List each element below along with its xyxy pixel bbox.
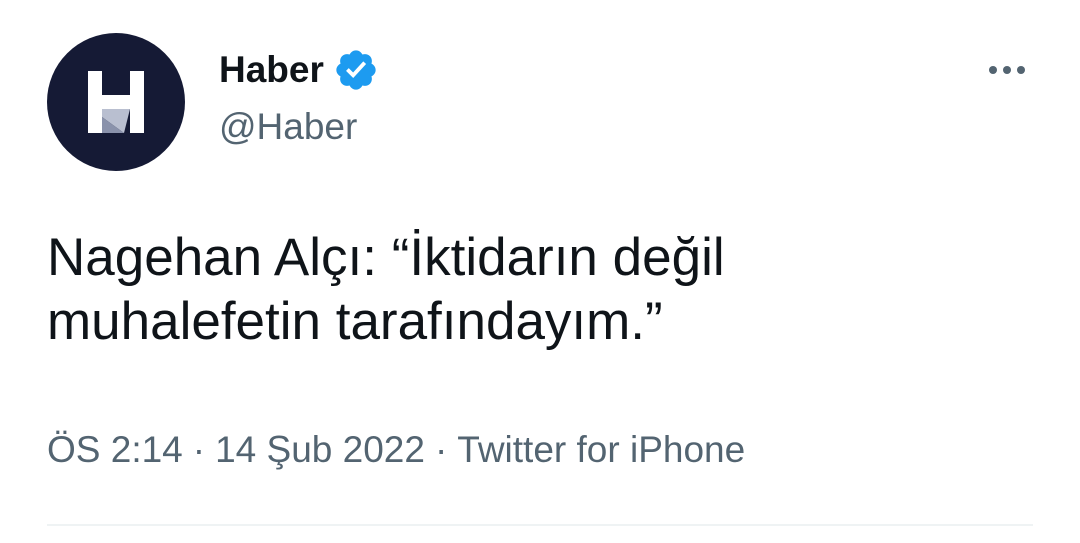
- avatar[interactable]: [47, 33, 185, 171]
- tweet-source[interactable]: Twitter for iPhone: [457, 426, 745, 474]
- tweet-meta: ÖS 2:14 · 14 Şub 2022 · Twitter for iPho…: [47, 426, 745, 474]
- author-name-row[interactable]: Haber: [219, 48, 379, 92]
- tweet-card: Haber @Haber Nagehan Alçı: “İktidarın de…: [0, 0, 1080, 543]
- meta-separator: ·: [434, 429, 448, 470]
- more-dots-icon[interactable]: [983, 55, 1031, 85]
- tweet-date[interactable]: 14 Şub 2022: [215, 426, 425, 474]
- author-handle[interactable]: @Haber: [219, 105, 357, 149]
- haber-logo-icon: [88, 71, 144, 133]
- meta-separator: ·: [192, 429, 206, 470]
- divider: [47, 524, 1033, 526]
- tweet-text: Nagehan Alçı: “İktidarın değil muhalefet…: [47, 228, 725, 351]
- tweet-time[interactable]: ÖS 2:14: [47, 426, 183, 474]
- author-display-name[interactable]: Haber: [219, 48, 324, 92]
- verified-badge-icon: [336, 50, 376, 90]
